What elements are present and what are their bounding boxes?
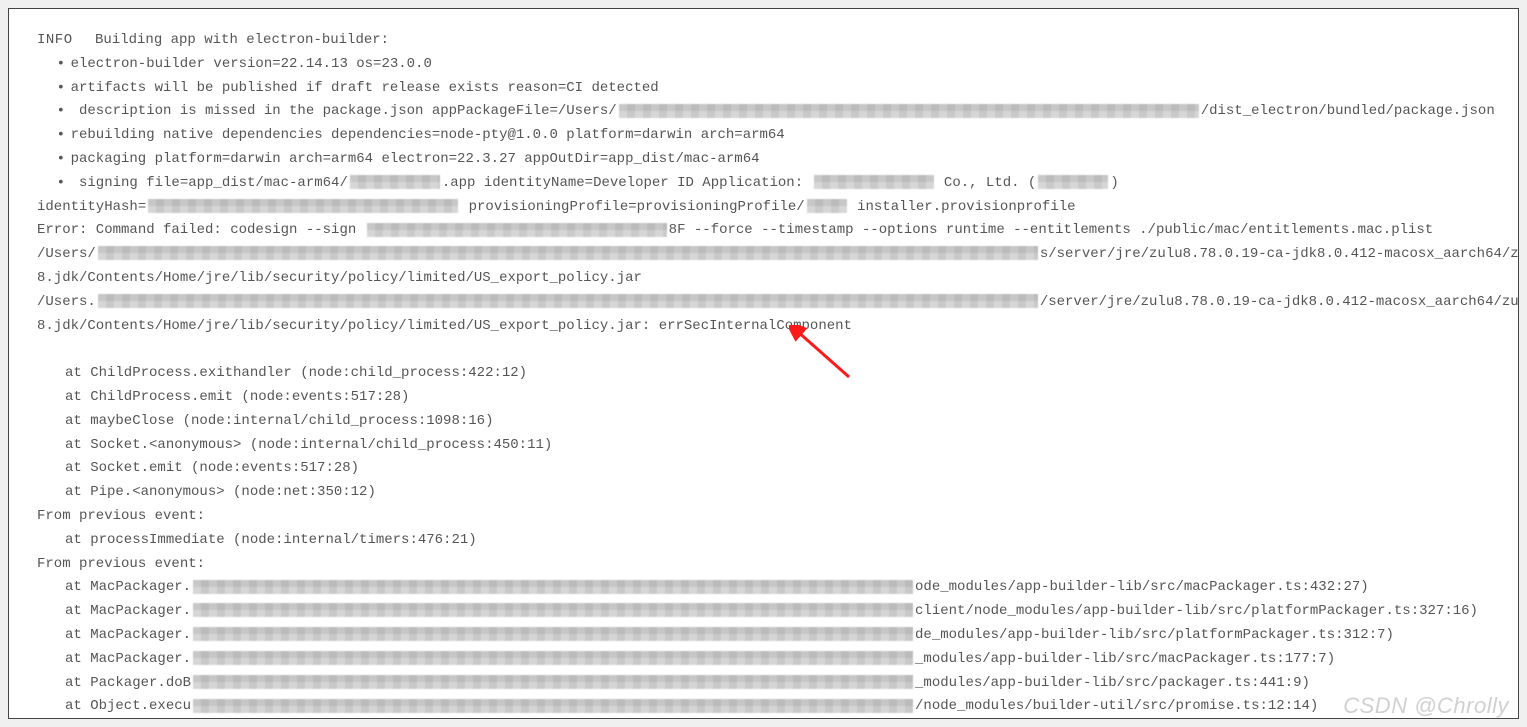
stack-line: at maybeClose (node:internal/child_proce… xyxy=(37,410,1490,434)
stack-line: at ChildProcess.exithandler (node:child_… xyxy=(37,362,1490,386)
redacted-appname xyxy=(350,175,440,189)
redacted-path xyxy=(193,699,913,713)
info-line: INFO Building app with electron-builder: xyxy=(37,29,1490,53)
path-line: /Users/s/server/jre/zulu8.78.0.19-ca-jdk… xyxy=(37,243,1490,267)
bullet-line: packaging platform=darwin arch=arm64 ele… xyxy=(37,148,1490,172)
error-line: Error: Command failed: codesign --sign 8… xyxy=(37,219,1490,243)
identity-hash-line: identityHash= provisioningProfile=provis… xyxy=(37,196,1490,220)
blank-line xyxy=(37,338,1490,362)
stack-line: at Pipe.<anonymous> (node:net:350:12) xyxy=(37,481,1490,505)
redacted-path xyxy=(193,580,913,594)
stack-line: at MacPackager._modules/app-builder-lib/… xyxy=(37,648,1490,672)
redacted-path xyxy=(98,246,1038,260)
redacted-path xyxy=(193,627,913,641)
stack-line: at MacPackager.ode_modules/app-builder-l… xyxy=(37,576,1490,600)
stack-line: at Packager.doB_modules/app-builder-lib/… xyxy=(37,672,1490,696)
bullet-line: electron-builder version=22.14.13 os=23.… xyxy=(37,53,1490,77)
prev-event-label: From previous event: xyxy=(37,505,1490,529)
bullet-line: artifacts will be published if draft rel… xyxy=(37,77,1490,101)
stack-line: at processImmediate (node:internal/timer… xyxy=(37,529,1490,553)
path-line-cont: 8.jdk/Contents/Home/jre/lib/security/pol… xyxy=(37,267,1490,291)
stack-line: at Socket.emit (node:events:517:28) xyxy=(37,457,1490,481)
bullet-line: rebuilding native dependencies dependenc… xyxy=(37,124,1490,148)
stack-line: at Object.execu/node_modules/builder-uti… xyxy=(37,695,1490,719)
redacted-profilename xyxy=(807,199,847,213)
terminal-output[interactable]: INFO Building app with electron-builder:… xyxy=(8,8,1519,719)
redacted-hash xyxy=(148,199,458,213)
prev-event-label: From previous event: xyxy=(37,553,1490,577)
redacted-teamid xyxy=(1038,175,1108,189)
redacted-path xyxy=(193,651,913,665)
redacted-signid xyxy=(367,223,667,237)
bullet-line: description is missed in the package.jso… xyxy=(37,100,1490,124)
info-label: INFO xyxy=(37,32,73,48)
stack-line: at Socket.<anonymous> (node:internal/chi… xyxy=(37,434,1490,458)
bullet-line: signing file=app_dist/mac-arm64/.app ide… xyxy=(37,172,1490,196)
path-error-line: 8.jdk/Contents/Home/jre/lib/security/pol… xyxy=(37,315,1490,339)
stack-line: at MacPackager.client/node_modules/app-b… xyxy=(37,600,1490,624)
redacted-path xyxy=(193,675,913,689)
redacted-company xyxy=(814,175,934,189)
info-text: Building app with electron-builder: xyxy=(95,32,389,48)
path-line: /Users./server/jre/zulu8.78.0.19-ca-jdk8… xyxy=(37,291,1490,315)
redacted-path xyxy=(98,294,1038,308)
redacted-path xyxy=(619,104,1199,118)
stack-line: at ChildProcess.emit (node:events:517:28… xyxy=(37,386,1490,410)
redacted-path xyxy=(193,603,913,617)
stack-line: at MacPackager.de_modules/app-builder-li… xyxy=(37,624,1490,648)
